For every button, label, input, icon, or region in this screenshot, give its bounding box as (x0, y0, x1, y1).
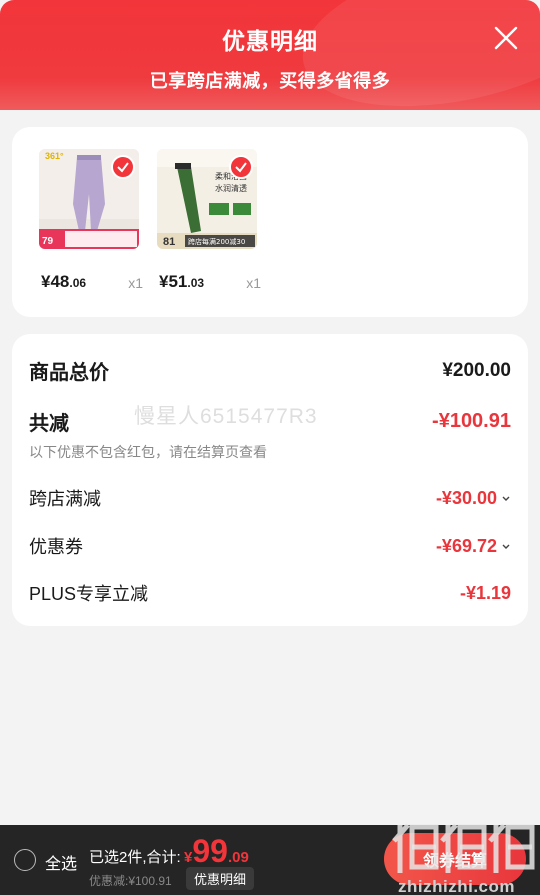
total-reduce-value: -¥100.91 (432, 410, 511, 432)
total-price-label: 商品总价 (29, 362, 109, 384)
svg-text:79: 79 (42, 236, 54, 247)
svg-text:水润清透: 水润清透 (215, 183, 247, 193)
product-item[interactable]: 柔和洁面 水润清透 81 跨店每满200减30 ¥51.03 x1 (157, 149, 261, 291)
total-price-value: ¥200.00 (442, 359, 511, 381)
discount-row-coupon[interactable]: 优惠券 -¥69.72 (29, 533, 511, 559)
check-icon (111, 155, 135, 179)
chevron-down-icon[interactable] (501, 541, 511, 551)
page-title: 优惠明细 (222, 28, 318, 54)
product-quantity: x1 (128, 275, 143, 291)
total-reduce-row: 共减 -¥100.91 (29, 407, 511, 436)
chevron-down-icon[interactable] (501, 493, 511, 503)
discount-value: -¥30.00 (436, 488, 511, 509)
product-quantity: x1 (246, 275, 261, 291)
site-watermark-logo (392, 823, 535, 873)
total-price-row: 商品总价 ¥200.00 (29, 356, 511, 385)
check-icon (229, 155, 253, 179)
discount-amount: 优惠减:¥100.91 (89, 874, 172, 888)
discount-label: PLUS专享立减 (29, 584, 149, 604)
discount-detail-header: 优惠明细 已享跨店满减，买得多省得多 (0, 0, 540, 110)
checkout-bar: 全选 已选2件,合计: ¥99.09 优惠减:¥100.91 优惠明细 领券结算… (0, 823, 540, 895)
site-watermark-text: zhizhizhi.com (398, 877, 515, 895)
product-thumbnail[interactable]: 361° 79 (39, 149, 139, 249)
discount-detail-button[interactable]: 优惠明细 (186, 867, 255, 890)
page-subtitle: 已享跨店满减，买得多省得多 (149, 71, 391, 91)
brand-logo: 361° (45, 151, 64, 161)
discount-row-cross-store[interactable]: 跨店满减 -¥30.00 (29, 485, 511, 511)
selected-count: 已选2件,合计: (89, 849, 181, 866)
product-item[interactable]: 361° 79 ¥48.06 x1 (39, 149, 143, 291)
total-amount: ¥99.09 (184, 833, 249, 869)
price-summary-card: 商品总价 ¥200.00 慢星人6515477R3 共减 -¥100.91 以下… (12, 334, 528, 626)
discount-value: -¥1.19 (459, 582, 511, 603)
select-all-radio[interactable] (14, 849, 36, 871)
svg-text:跨店每满200减30: 跨店每满200减30 (188, 237, 245, 246)
product-thumbnail[interactable]: 柔和洁面 水润清透 81 跨店每满200减30 (157, 149, 257, 249)
svg-text:81: 81 (163, 236, 175, 248)
discount-label: 优惠券 (29, 537, 83, 557)
discount-label: 跨店满减 (29, 489, 101, 509)
discount-row-plus: PLUS专享立减 -¥1.19 (29, 580, 511, 606)
discount-note: 以下优惠不包含红包，请在结算页查看 (29, 444, 267, 460)
product-price: ¥51.03 (159, 272, 205, 291)
select-all-label[interactable]: 全选 (45, 850, 77, 874)
close-icon[interactable] (494, 26, 518, 50)
products-card: 361° 79 ¥48.06 x1 柔和洁面 水润清透 81 跨店每满200减3… (12, 127, 528, 317)
discount-value: -¥69.72 (436, 536, 511, 557)
product-price: ¥48.06 (41, 272, 87, 291)
total-reduce-label: 共减 (29, 413, 69, 435)
